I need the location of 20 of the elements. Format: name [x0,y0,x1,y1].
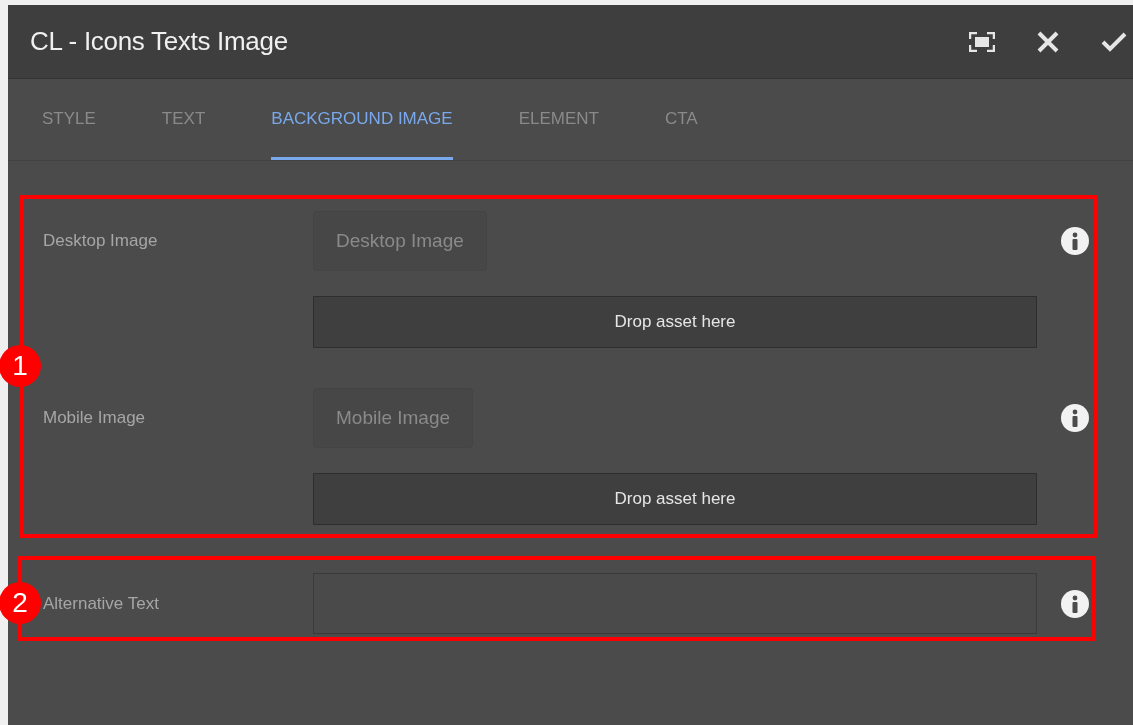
field-label: Mobile Image [43,408,147,428]
info-icon[interactable] [1060,404,1089,432]
done-button[interactable] [1101,31,1127,52]
tab[interactable]: CTA [664,79,698,160]
close-icon [1037,30,1059,53]
dropzone[interactable]: Drop asset here [313,473,1037,525]
fullscreen-button[interactable] [969,31,995,52]
fullscreen-icon [969,31,995,52]
dialog-title: CL - Icons Texts Image [30,26,289,57]
info-icon[interactable] [1060,227,1089,255]
tab[interactable]: ELEMENT [518,79,599,160]
tab[interactable]: TEXT [161,79,206,160]
tab[interactable]: STYLE [42,79,96,160]
tab[interactable]: BACKGROUND IMAGE [271,79,453,160]
checkmark-icon [1101,31,1127,52]
field-label: Desktop Image [43,231,159,251]
close-button[interactable] [1037,30,1059,53]
dropzone[interactable]: Drop asset here [313,296,1037,348]
info-icon[interactable] [1060,589,1089,618]
field-label: Alternative Text [43,593,160,614]
